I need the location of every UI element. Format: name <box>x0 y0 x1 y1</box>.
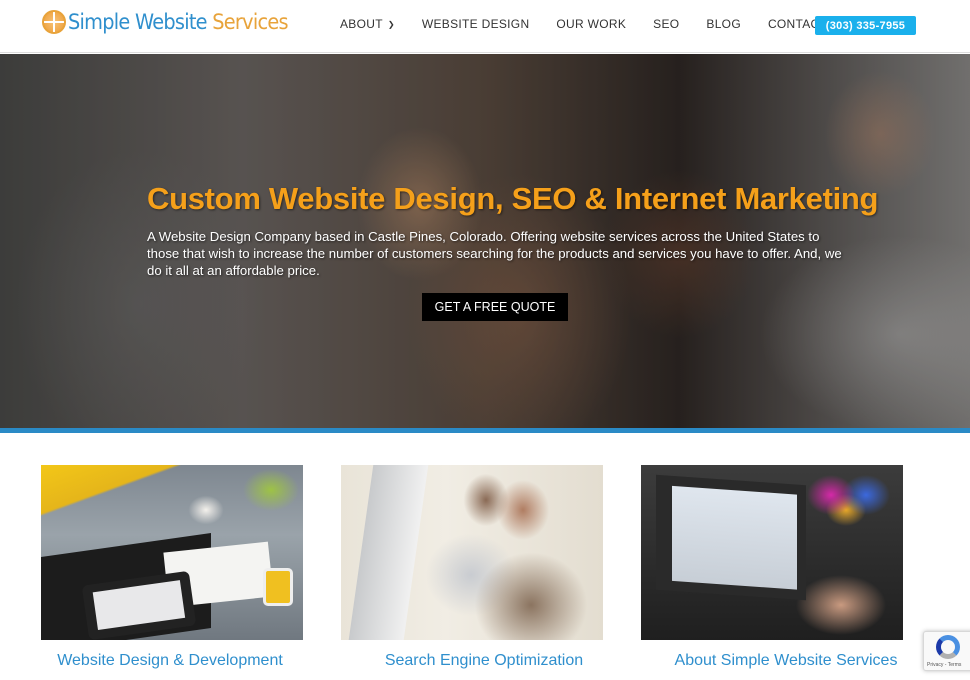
laptop-tablet-wireframe-photo[interactable] <box>41 465 303 640</box>
get-free-quote-button[interactable]: GET A FREE QUOTE <box>422 293 568 321</box>
nav-item-label: SEO <box>653 17 680 31</box>
nav-item-label: OUR WORK <box>556 17 627 31</box>
recaptcha-icon <box>936 635 960 659</box>
main-nav: ABOUT ❯ WEBSITE DESIGN OUR WORK SEO BLOG… <box>340 17 854 31</box>
recaptcha-badge[interactable]: Privacy - Terms <box>923 631 970 671</box>
card-title-link[interactable]: Website Design & Development <box>25 652 315 670</box>
nav-item-label: BLOG <box>706 17 741 31</box>
hero-content: Custom Website Design, SEO & Internet Ma… <box>147 181 879 279</box>
phone-button[interactable]: (303) 335-7955 <box>815 16 916 35</box>
nav-item-blog[interactable]: BLOG <box>706 17 741 31</box>
nav-item-website-design[interactable]: WEBSITE DESIGN <box>422 17 530 31</box>
service-card-seo: Search Engine Optimization <box>341 465 603 669</box>
service-card-website-design: Website Design & Development <box>41 465 303 669</box>
nav-item-seo[interactable]: SEO <box>653 17 679 31</box>
nav-item-about[interactable]: ABOUT ❯ <box>340 17 395 31</box>
recaptcha-privacy-terms[interactable]: Privacy - Terms <box>927 662 961 668</box>
globe-icon <box>42 10 66 34</box>
hands-typing-laptop-photo[interactable] <box>641 465 903 640</box>
laptop-screen-shape <box>656 474 806 601</box>
nav-item-label: ABOUT <box>340 17 383 31</box>
chevron-down-icon: ❯ <box>387 19 395 29</box>
logo-text-secondary: Services <box>206 10 288 34</box>
phone-shape <box>263 568 293 606</box>
people-at-monitor-photo[interactable] <box>341 465 603 640</box>
service-card-about: About Simple Website Services <box>641 465 903 669</box>
logo-text-primary: Simple Website <box>68 10 208 34</box>
site-header: Simple Website Services ABOUT ❯ WEBSITE … <box>0 0 970 53</box>
hero-accent-bar <box>0 428 970 433</box>
hero-banner: Custom Website Design, SEO & Internet Ma… <box>0 54 970 428</box>
site-logo[interactable]: Simple Website Services <box>42 10 307 34</box>
nav-item-our-work[interactable]: OUR WORK <box>556 17 626 31</box>
card-title-link[interactable]: About Simple Website Services <box>641 652 931 670</box>
nav-item-label: WEBSITE DESIGN <box>421 17 530 31</box>
monitor-shape <box>348 465 429 640</box>
logo-text: Simple Website Services <box>68 10 289 34</box>
hero-description: A Website Design Company based in Castle… <box>147 229 842 278</box>
hero-title: Custom Website Design, SEO & Internet Ma… <box>147 181 879 216</box>
card-title-link[interactable]: Search Engine Optimization <box>339 652 629 670</box>
